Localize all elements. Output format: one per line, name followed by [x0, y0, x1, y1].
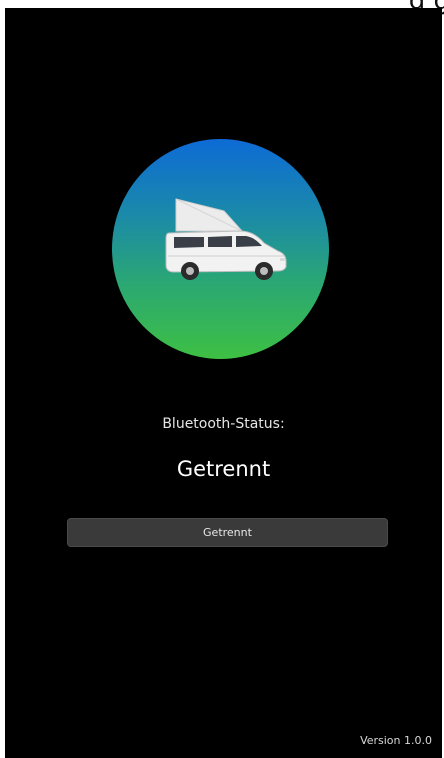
camper-van-icon [112, 139, 329, 359]
bluetooth-status-label: Bluetooth-Status: [162, 416, 285, 432]
bluetooth-status-value: Getrennt [176, 457, 271, 481]
version-text: Version 1.0.0 [360, 734, 432, 747]
app-screen: Bluetooth-Status: Getrennt Getrennt Vers… [5, 8, 442, 758]
connection-button[interactable]: Getrennt [67, 518, 388, 547]
